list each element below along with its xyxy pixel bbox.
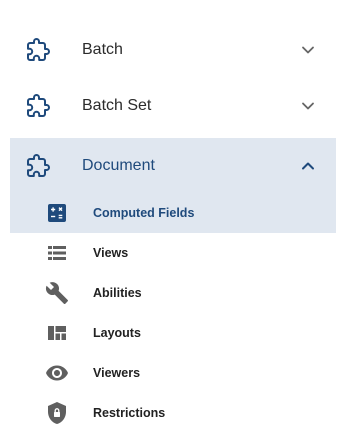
wrench-icon [45,281,69,305]
sub-item-label: Abilities [93,286,142,300]
sub-item-label: Computed Fields [93,206,195,220]
chevron-up-icon[interactable] [298,156,318,176]
nav-group-document[interactable]: Document [10,138,336,194]
nav-group-batch[interactable]: Batch [10,22,336,78]
puzzle-icon [26,38,50,62]
sub-item-label: Layouts [93,326,141,340]
sub-item-label: Views [93,246,129,260]
sub-item-restrictions[interactable]: Restrictions [10,393,336,433]
layout-icon [45,321,69,345]
puzzle-icon [26,154,50,178]
sub-item-layouts[interactable]: Layouts [10,313,336,353]
nav-group-label: Batch Set [82,97,152,114]
calculator-icon [45,201,69,225]
nav-group-label: Document [82,157,155,174]
nav-group-label: Batch [82,41,123,58]
list-icon [45,241,69,265]
chevron-down-icon[interactable] [298,96,318,116]
puzzle-icon [26,94,50,118]
sub-item-label: Restrictions [93,406,166,420]
sub-item-abilities[interactable]: Abilities [10,273,336,313]
chevron-down-icon[interactable] [298,40,318,60]
nav-group-batch-set[interactable]: Batch Set [10,78,336,134]
shield-lock-icon [45,401,69,425]
eye-icon [45,361,69,385]
sub-item-viewers[interactable]: Viewers [10,353,336,393]
sub-item-computed-fields[interactable]: Computed Fields [10,193,336,233]
sub-item-views[interactable]: Views [10,233,336,273]
sub-item-label: Viewers [93,366,141,380]
sidebar-nav: Batch Batch Set Document Computed Fields… [0,0,337,431]
